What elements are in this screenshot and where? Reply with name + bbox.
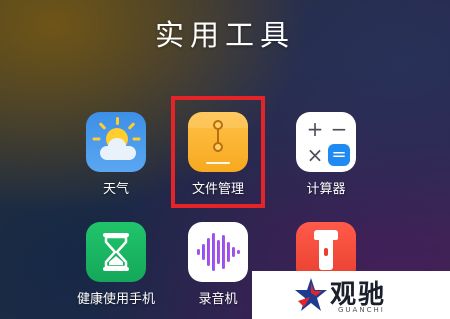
- sound-wave-icon: [188, 222, 248, 282]
- watermark: 观驰 GUANCHI: [252, 271, 450, 319]
- app-file-manager[interactable]: 文件管理: [168, 112, 268, 197]
- app-digital-health[interactable]: 健康使用手机: [66, 222, 166, 307]
- watermark-sub: GUANCHI: [338, 306, 385, 314]
- app-label-file-manager: 文件管理: [191, 182, 244, 197]
- app-weather[interactable]: 天气: [66, 112, 166, 197]
- file-manager-folder-icon: [188, 112, 248, 172]
- app-label-digital-health: 健康使用手机: [76, 292, 155, 307]
- calculator-icon: + − × =: [296, 112, 356, 172]
- star-logo-icon: [295, 278, 327, 311]
- app-calculator[interactable]: + − × = 计算器: [276, 112, 376, 197]
- hourglass-icon: [86, 222, 146, 282]
- weather-sun-cloud-icon: [86, 112, 146, 172]
- app-label-calculator: 计算器: [306, 182, 346, 197]
- app-label-weather: 天气: [102, 182, 129, 197]
- folder-title: 实用工具: [154, 18, 295, 52]
